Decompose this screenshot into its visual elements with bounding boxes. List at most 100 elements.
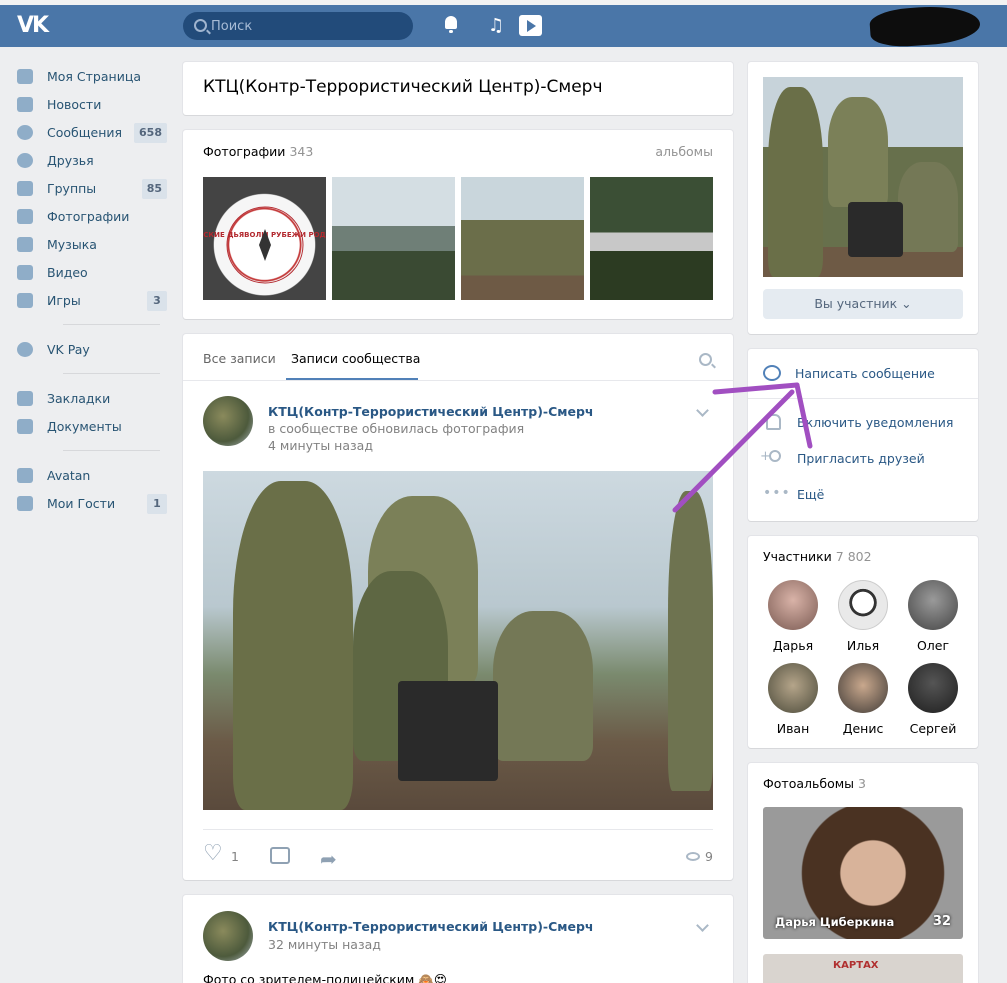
comment-button[interactable] <box>270 847 290 864</box>
members-card: Участники 7 802 Дарья Илья Олег Иван Дени… <box>748 536 978 748</box>
chevron-down-icon[interactable] <box>696 919 709 932</box>
page-title: КТЦ(Контр-Террористический Центр)-Смерч <box>203 77 603 97</box>
post-text-content: Фото со зрителем-полицейским <box>203 972 415 983</box>
music-note-icon <box>17 236 33 252</box>
group-title-card: КТЦ(Контр-Террористический Центр)-Смерч <box>183 62 733 115</box>
nav-friends[interactable]: Друзья <box>15 146 170 174</box>
nav-video[interactable]: Видео <box>15 258 170 286</box>
member-item[interactable]: Илья <box>833 580 893 653</box>
person-icon <box>17 152 33 168</box>
album-cover[interactable]: Дарья Циберкина 32 <box>763 807 963 939</box>
tab-community-posts[interactable]: Записи сообщества <box>291 351 420 366</box>
nav-groups[interactable]: Группы 85 <box>15 174 170 202</box>
search-input[interactable] <box>211 12 401 40</box>
more-button[interactable]: ••• Ещё <box>763 482 963 506</box>
nav-label: Фотографии <box>47 208 130 224</box>
photo-thumbnail[interactable]: МОРСКИЕ ДЬЯВОЛЫ РУБЕЖИ РОДИНЫ <box>203 177 326 300</box>
avatar[interactable] <box>203 911 253 961</box>
members-header[interactable]: Участники 7 802 <box>763 549 872 564</box>
message-bubble-icon <box>763 365 781 381</box>
nav-news[interactable]: Новости <box>15 90 170 118</box>
nav-label: Новости <box>47 96 102 112</box>
album-cover[interactable]: КАРТАХ <box>763 954 963 983</box>
like-button[interactable]: 1 <box>203 841 239 866</box>
avatar <box>768 663 818 713</box>
members-label: Участники <box>763 549 832 564</box>
photo-thumbnail[interactable] <box>590 177 713 300</box>
bell-icon <box>763 413 783 431</box>
album-name: Дарья Циберкина <box>775 915 895 929</box>
nav-music[interactable]: Музыка <box>15 230 170 258</box>
plate-emblem: МОРСКИЕ ДЬЯВОЛЫ РУБЕЖИ РОДИНЫ <box>203 206 326 284</box>
write-message-button[interactable]: Написать сообщение <box>763 361 963 385</box>
nav-bookmarks[interactable]: Закладки <box>15 384 170 412</box>
photo-thumbnail[interactable] <box>461 177 584 300</box>
nav-app-guests[interactable]: Мои Гости 1 <box>15 489 170 517</box>
post-author[interactable]: КТЦ(Контр-Террористический Центр)-Смерч <box>268 404 594 419</box>
avatar[interactable] <box>203 396 253 446</box>
nav-label: Друзья <box>47 152 94 168</box>
share-button[interactable]: ➦ <box>320 847 337 871</box>
nav-label: Игры <box>47 292 81 308</box>
post-time[interactable]: 4 минуты назад <box>268 438 373 453</box>
member-item[interactable]: Сергей <box>903 663 963 736</box>
member-status-button[interactable]: Вы участник ⌄ <box>763 289 963 319</box>
nav-label: Документы <box>47 418 122 434</box>
news-icon <box>17 96 33 112</box>
search-icon <box>194 19 207 32</box>
avatar <box>838 580 888 630</box>
photo-thumbnail[interactable] <box>332 177 455 300</box>
member-item[interactable]: Дарья <box>763 580 823 653</box>
nav-messages[interactable]: Сообщения 658 <box>15 118 170 146</box>
nav-my-page[interactable]: Моя Страница <box>15 62 170 90</box>
nav-app-avatan[interactable]: Avatan <box>15 461 170 489</box>
figure-shape <box>828 97 888 207</box>
search-box[interactable] <box>183 12 413 40</box>
nav-games[interactable]: Игры 3 <box>15 286 170 314</box>
member-item[interactable]: Денис <box>833 663 893 736</box>
nav-photos[interactable]: Фотографии <box>15 202 170 230</box>
share-arrow-icon: ➦ <box>320 847 337 871</box>
nav-label: Музыка <box>47 236 97 252</box>
member-item[interactable]: Иван <box>763 663 823 736</box>
group-photo[interactable] <box>763 77 963 277</box>
nav-count-badge: 1 <box>147 494 167 514</box>
group-avatar-card: Вы участник ⌄ <box>748 62 978 334</box>
search-icon[interactable] <box>699 353 712 366</box>
post-author[interactable]: КТЦ(Контр-Террористический Центр)-Смерч <box>268 919 594 934</box>
tab-all-posts[interactable]: Все записи <box>203 351 276 366</box>
post-image[interactable] <box>203 471 713 810</box>
nav-label: Моя Страница <box>47 68 141 84</box>
avatar <box>838 663 888 713</box>
ellipsis-icon: ••• <box>763 485 791 501</box>
figure-shape <box>668 491 713 791</box>
invite-friends-button[interactable]: Пригласить друзей <box>760 446 963 470</box>
play-icon[interactable] <box>519 15 542 36</box>
top-bar: VK ♫ <box>0 0 1007 49</box>
nav-count-badge: 658 <box>134 123 167 143</box>
wall-tabs: Все записи Записи сообщества <box>183 334 733 381</box>
photos-header[interactable]: Фотографии 343 <box>203 144 313 159</box>
enable-notifications-button[interactable]: Включить уведомления <box>763 410 963 434</box>
albums-header[interactable]: Фотоальбомы 3 <box>763 776 866 791</box>
eye-icon <box>686 852 701 861</box>
heart-icon <box>203 841 223 866</box>
notifications-bell-icon[interactable] <box>443 16 459 34</box>
figure-shape <box>493 611 593 761</box>
action-label: Написать сообщение <box>795 365 935 381</box>
nav-vk-pay[interactable]: VK Pay <box>15 335 170 363</box>
chevron-down-icon[interactable] <box>696 404 709 417</box>
nav-label: Группы <box>47 180 97 196</box>
laptop-case <box>848 202 903 257</box>
vk-logo[interactable]: VK <box>17 13 49 38</box>
album-cover-text: КАРТАХ <box>833 960 879 971</box>
music-note-icon[interactable]: ♫ <box>488 15 504 36</box>
albums-link[interactable]: альбомы <box>655 144 713 159</box>
redacted-scribble <box>868 3 982 49</box>
figure-shape <box>233 481 353 810</box>
post-time[interactable]: 32 минуты назад <box>268 937 381 952</box>
nav-documents[interactable]: Документы <box>15 412 170 440</box>
figure-shape <box>898 162 958 252</box>
member-item[interactable]: Олег <box>903 580 963 653</box>
action-label: Включить уведомления <box>797 414 954 430</box>
